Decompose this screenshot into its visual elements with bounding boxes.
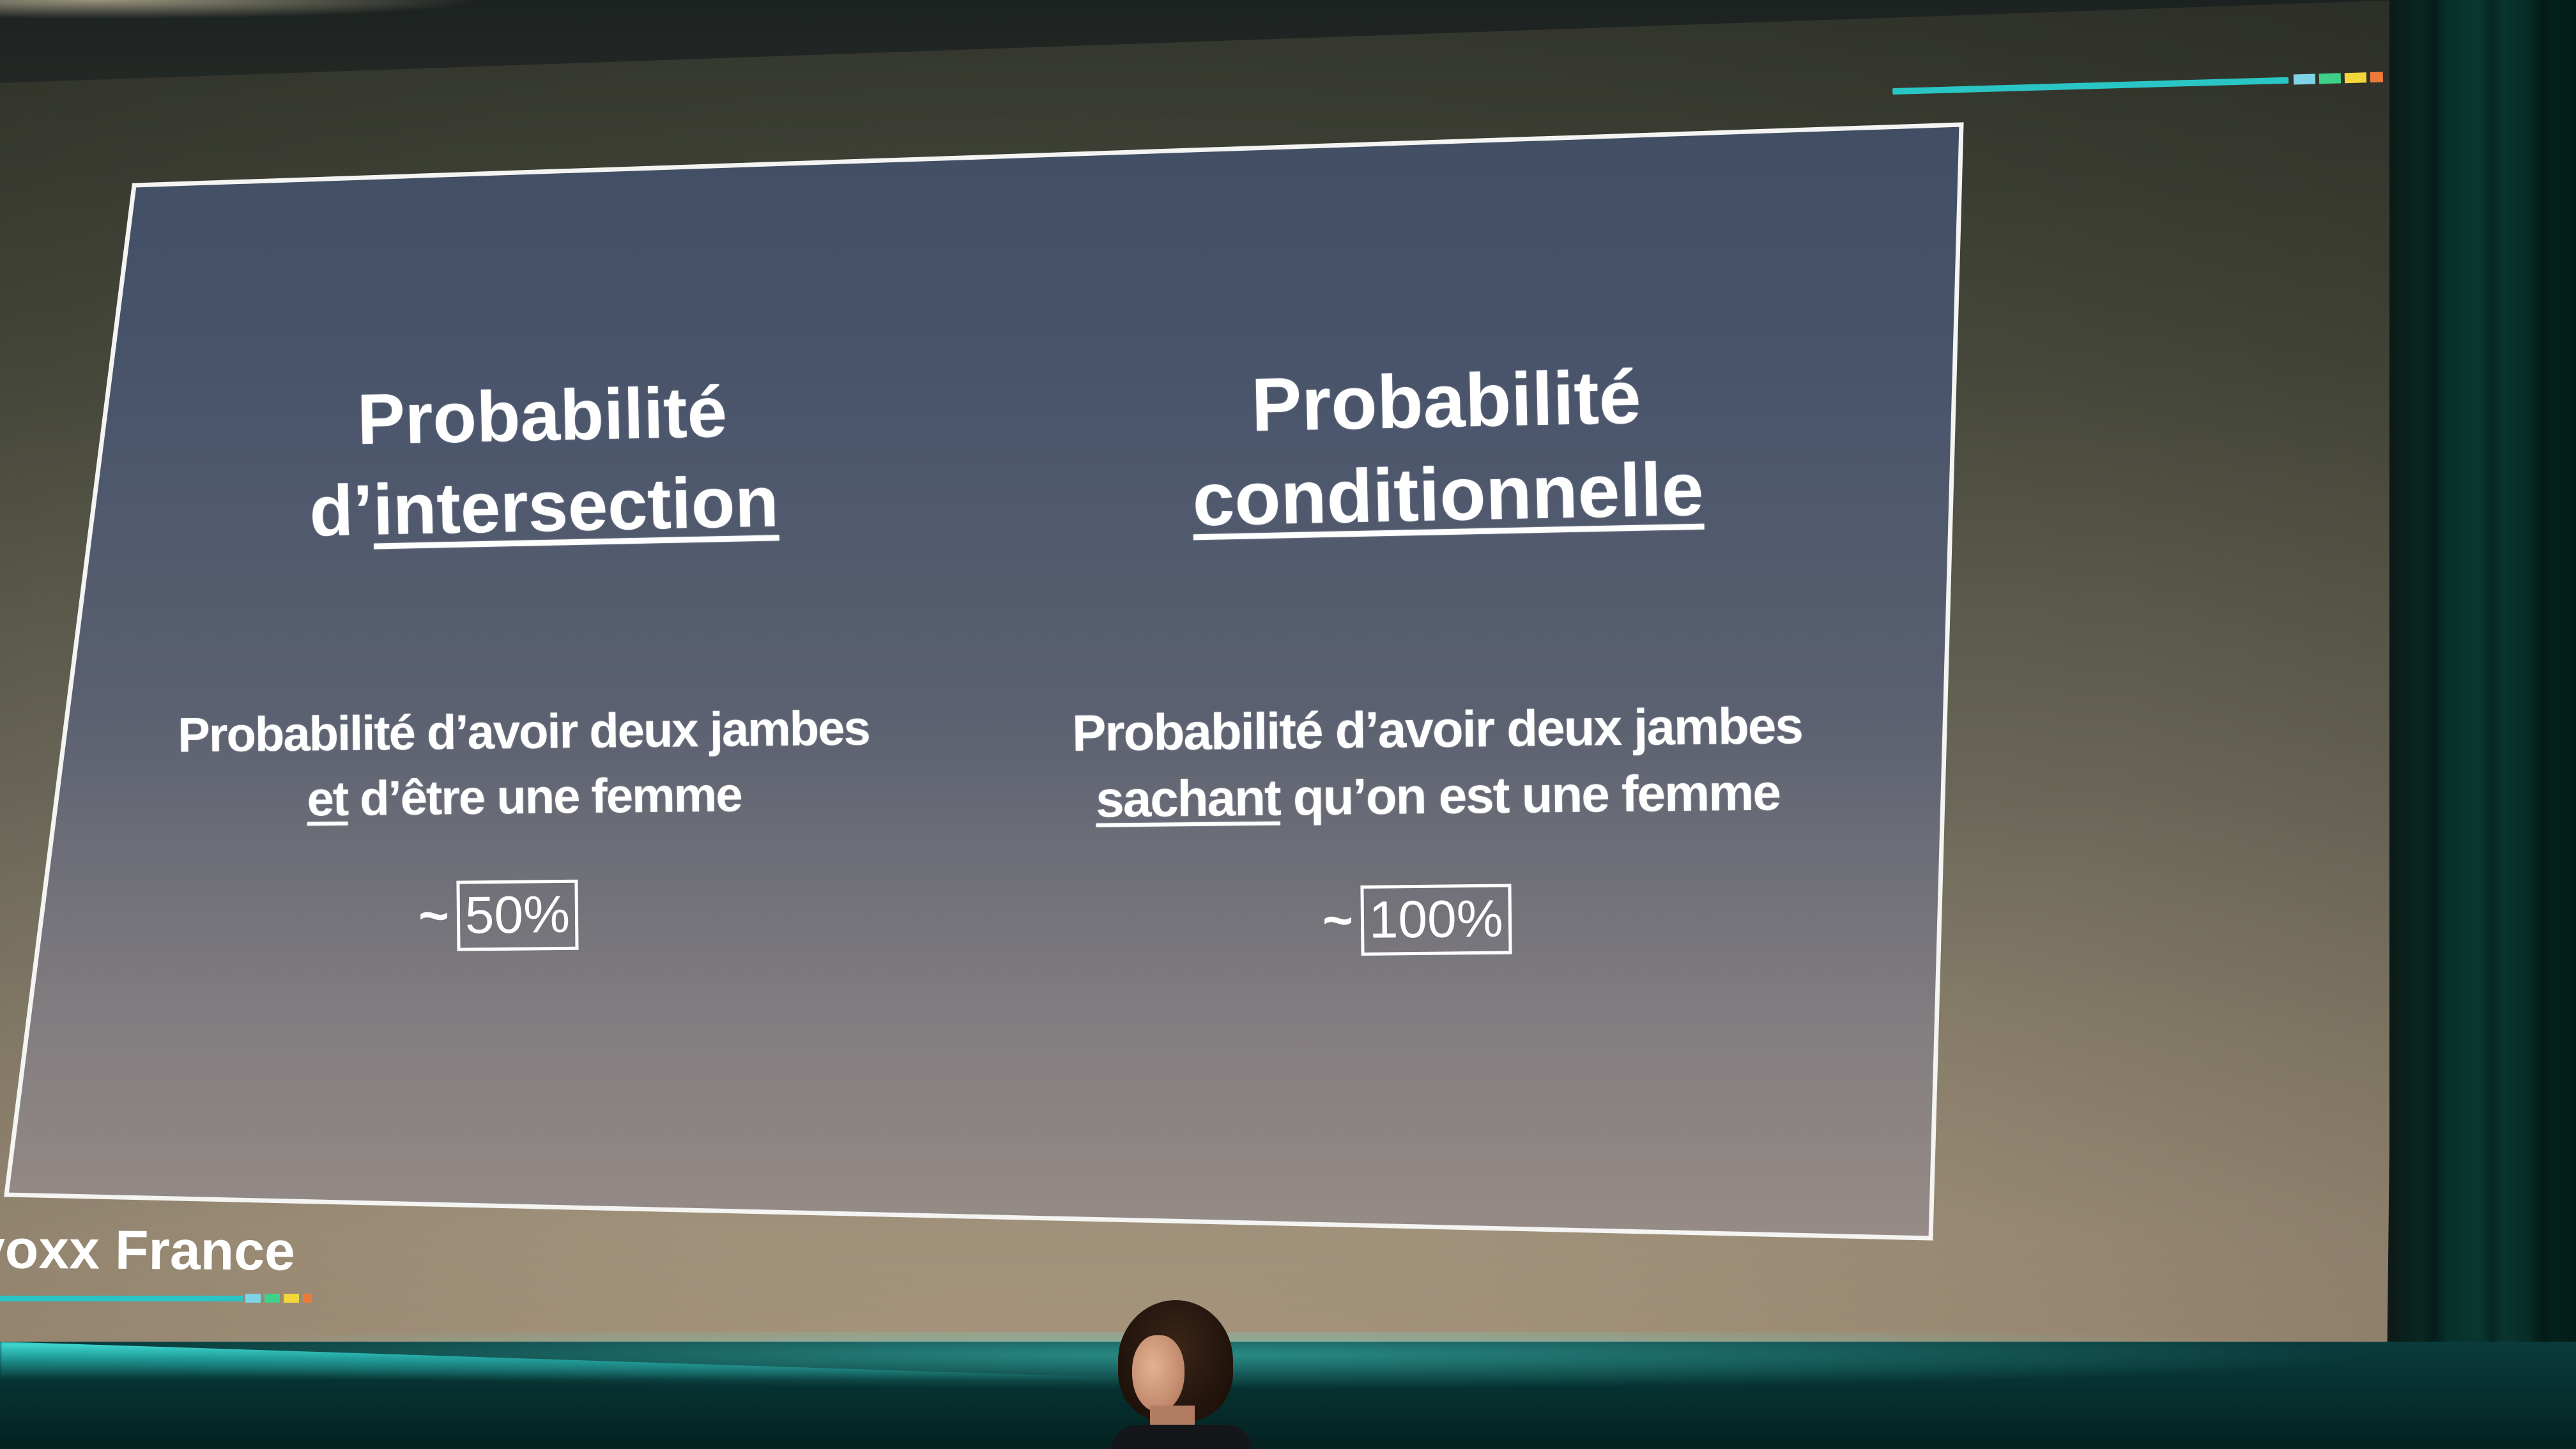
right-desc-rest: qu’on est une femme [1280,763,1781,826]
curtain-fold [2530,0,2556,1449]
brand-square-orange [2370,72,2384,83]
logo-square-green [264,1294,280,1303]
slide: Probabilité d’intersection Probabilité c… [0,0,1981,1278]
conference-logo: voxx France [0,1218,296,1282]
logo-bar-line [0,1296,243,1301]
left-title-line2: d’intersection [243,455,845,558]
right-title: Probabilité conditionnelle [1129,348,1765,548]
right-desc-line1: Probabilité d’avoir deux jambes [1071,697,1803,762]
right-title-line1: Probabilité [1250,355,1642,448]
left-desc-underlined: et [307,771,348,827]
logo-square-blue [245,1294,261,1303]
logo-square-orange [303,1294,312,1303]
brand-square-yellow [2344,72,2367,84]
right-title-underlined: conditionnelle [1192,447,1705,542]
left-desc-rest: d’être une femme [347,767,742,826]
brand-square-blue [2293,73,2316,85]
left-tilde: ~ [418,886,450,946]
left-percentage: ~ 50% [418,879,579,952]
left-desc-line1: Probabilité d’avoir deux jambes [177,701,870,763]
left-title: Probabilité d’intersection [241,364,845,558]
brand-square-green [2319,73,2342,84]
right-title-line2: conditionnelle [1131,441,1765,548]
curtain-fold [2421,0,2447,1449]
conference-photo: Probabilité d’intersection Probabilité c… [0,0,2576,1449]
speaker [1105,1300,1252,1449]
right-description: Probabilité d’avoir deux jambes sachant … [1009,692,1866,834]
right-percent-value: 100% [1360,884,1512,956]
right-percentage: ~ 100% [1322,884,1512,956]
right-desc-underlined: sachant [1095,769,1281,828]
right-tilde: ~ [1322,891,1354,950]
logo-square-yellow [284,1294,299,1303]
right-desc-line2: sachant qu’on est une femme [1009,758,1866,834]
left-title-line1: Probabilité [356,371,728,460]
left-percent-value: 50% [456,879,579,951]
speaker-face [1132,1335,1184,1412]
logo-color-bar [0,1293,319,1306]
stage-curtain [2389,0,2576,1449]
left-title-underlined: intersection [372,461,779,550]
left-description: Probabilité d’avoir deux jambes et d’êtr… [140,696,908,834]
left-desc-line2: et d’être une femme [141,761,908,834]
slide-frame [4,122,1964,1241]
speaker-body [1112,1425,1252,1449]
curtain-fold [2479,0,2504,1449]
left-title-prefix: d’ [309,470,374,551]
